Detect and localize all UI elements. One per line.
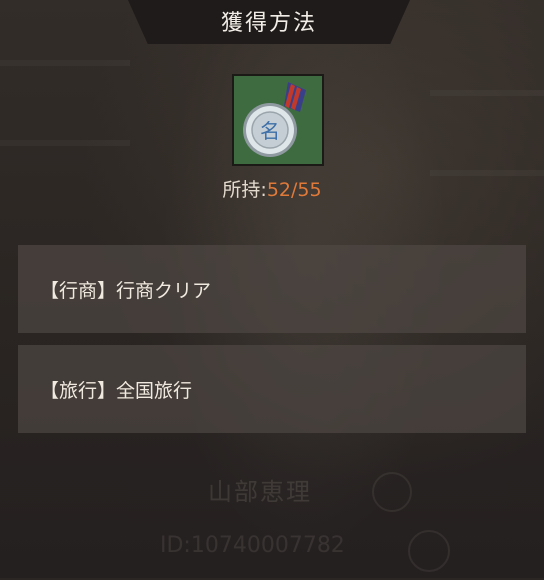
page-title: 獲得方法	[220, 11, 317, 36]
background-edit-icon	[372, 472, 412, 512]
method-label: 【旅行】全国旅行	[40, 379, 193, 402]
background-character-name: 山部恵理	[208, 478, 312, 506]
owned-label: 所持	[222, 179, 261, 201]
item-icon-frame: 名	[232, 74, 324, 166]
medal-icon: 名	[243, 82, 306, 157]
owned-count: 52/55	[266, 179, 322, 201]
method-row-merchant[interactable]: 【行商】行商クリア	[18, 245, 526, 333]
medal-character: 名	[260, 119, 280, 143]
method-row-travel[interactable]: 【旅行】全国旅行	[18, 345, 526, 433]
background-shelf	[0, 60, 130, 66]
background-copy-icon	[408, 530, 450, 572]
header-tab: 獲得方法	[128, 0, 410, 44]
owned-count-line: 所持:52/55	[0, 175, 544, 202]
background-player-id: ID:10740007782	[160, 533, 345, 558]
method-label: 【行商】行商クリア	[40, 279, 212, 302]
background-shelf	[0, 140, 130, 146]
